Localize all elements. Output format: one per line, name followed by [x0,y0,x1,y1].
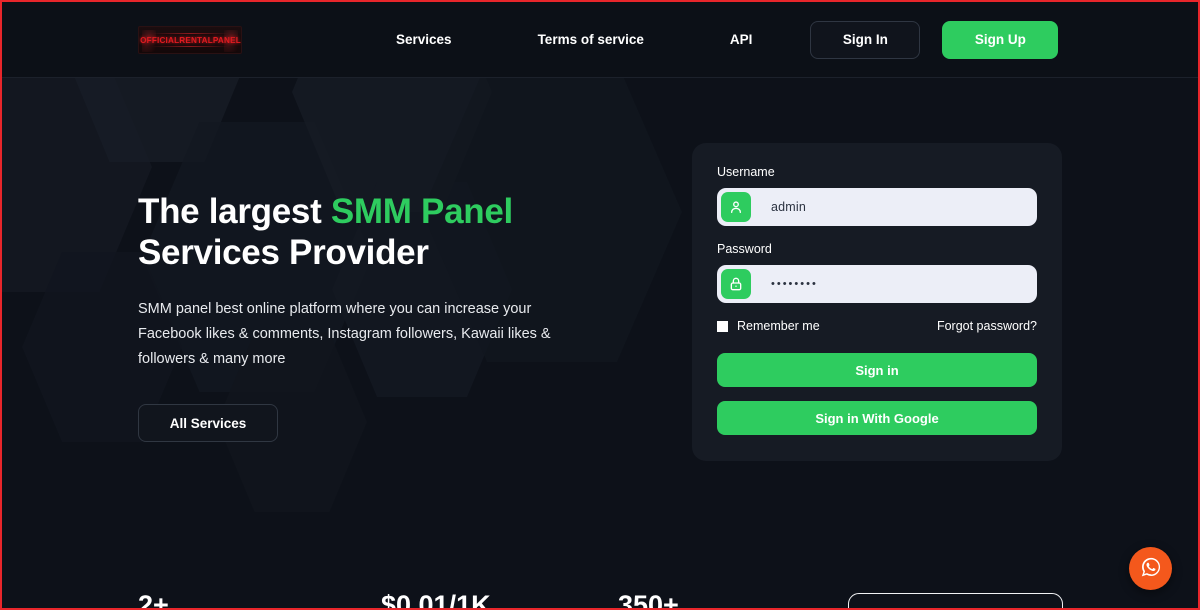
hero-description: SMM panel best online platform where you… [138,301,551,367]
hero-title-part2: Services Provider [138,233,429,272]
stat-value-2: $0.01/1K [381,590,491,608]
hero-title-accent: SMM Panel [330,192,513,231]
main-navigation: Services Terms of service API [396,24,752,55]
remember-me-checkbox[interactable] [717,320,728,332]
all-services-button[interactable]: All Services [138,404,278,442]
password-label: Password [717,242,772,256]
remember-row: Remember me Forgot password? [717,319,1037,333]
sign-in-button[interactable]: Sign In [810,20,921,59]
username-field[interactable]: admin [717,188,1037,226]
lock-icon [721,269,751,299]
site-logo-text: OFFICIALRENTALPANEL [139,34,241,45]
user-icon [721,192,751,222]
login-card: Username admin Password •••••••• Remembe… [692,143,1062,461]
remember-me-label: Remember me [737,319,820,333]
stat-value-3: 350+ [618,590,679,608]
username-label: Username [717,165,775,179]
nav-item-services[interactable]: Services [396,24,452,55]
forgot-password-link[interactable]: Forgot password? [937,319,1037,333]
password-input[interactable]: •••••••• [751,278,1033,290]
google-sign-in-button[interactable]: Sign in With Google [717,401,1037,435]
page-root: OFFICIALRENTALPANEL Services Terms of se… [2,2,1198,608]
nav-item-api[interactable]: API [730,24,753,55]
site-logo[interactable]: OFFICIALRENTALPANEL [138,25,242,54]
sign-up-button[interactable]: Sign Up [942,20,1059,59]
username-input[interactable]: admin [751,200,1033,214]
login-submit-button[interactable]: Sign in [717,353,1037,387]
bottom-outlined-box [848,593,1063,608]
site-header: OFFICIALRENTALPANEL Services Terms of se… [2,2,1198,78]
whatsapp-icon [1140,556,1162,581]
nav-item-terms-of-service[interactable]: Terms of service [538,24,644,55]
page-title: The largest SMM Panel Services Provider [138,191,658,273]
whatsapp-chat-button[interactable] [1129,547,1172,590]
password-field[interactable]: •••••••• [717,265,1037,303]
hero-title-part1: The largest [138,192,331,231]
remember-me-control[interactable]: Remember me [717,319,820,333]
stat-value-1: 2+ [138,590,169,608]
header-actions: Sign In Sign Up [810,20,1059,59]
